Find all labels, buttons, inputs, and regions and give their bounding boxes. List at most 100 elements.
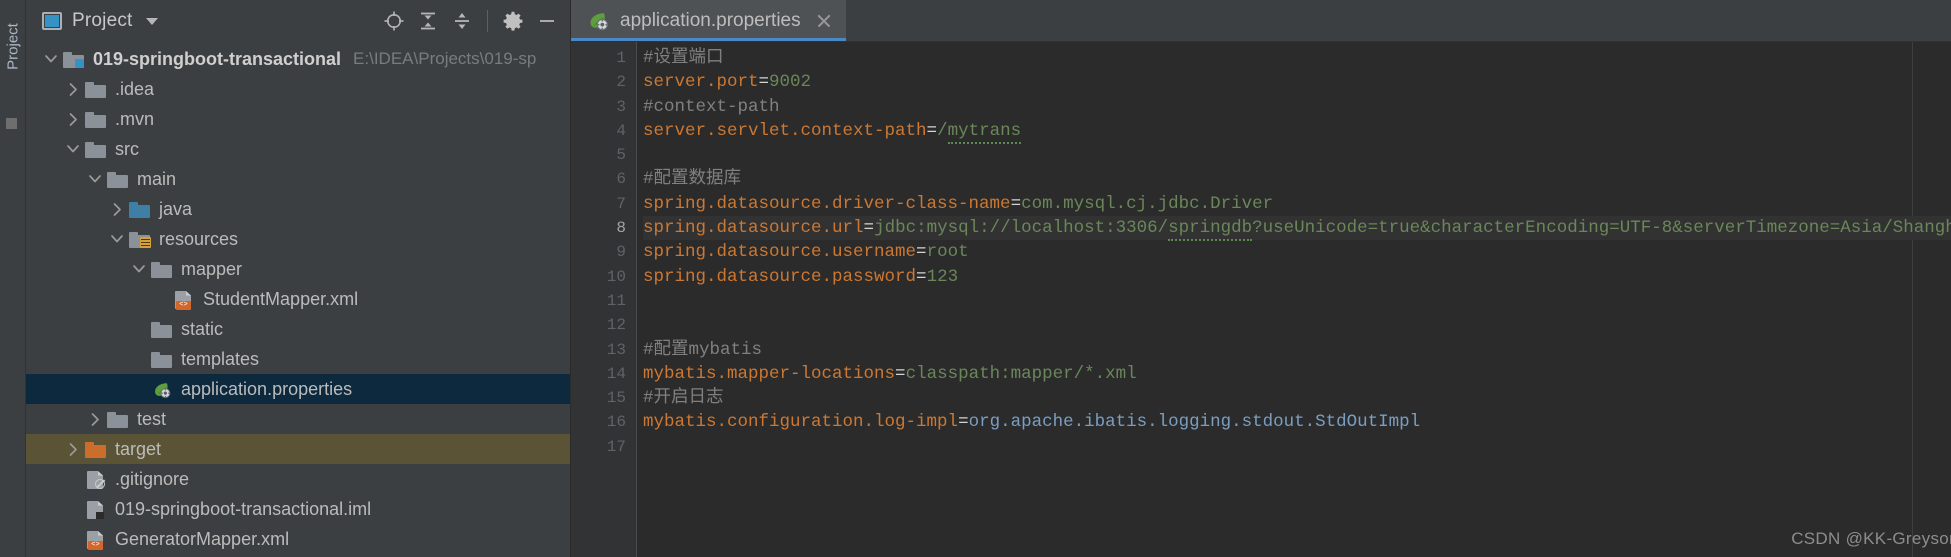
- spring-properties-icon: [587, 11, 611, 31]
- chevron-down-icon[interactable]: [145, 17, 158, 25]
- code-line[interactable]: server.servlet.context-path=/mytrans: [643, 119, 1951, 144]
- window-top-right-strip: [1751, 0, 1951, 6]
- chevron-right-icon[interactable]: [62, 112, 84, 127]
- chevron-right-icon[interactable]: [84, 412, 106, 427]
- code-line[interactable]: #context-path: [643, 95, 1951, 119]
- expand-all-icon[interactable]: [413, 6, 443, 36]
- tree-item-019-springboot-transactional-iml[interactable]: 019-springboot-transactional.iml: [26, 494, 570, 524]
- tree-item-main[interactable]: main: [26, 164, 570, 194]
- chevron-right-icon[interactable]: [62, 442, 84, 457]
- tree-item-resources[interactable]: resources: [26, 224, 570, 254]
- code-token-warning: springdb: [1168, 218, 1253, 242]
- code-line[interactable]: [643, 143, 1951, 167]
- folder-icon: [150, 348, 174, 370]
- left-tool-strip: Project: [0, 0, 26, 557]
- code-token-val: 123: [926, 266, 959, 287]
- code-token-comment: #context-path: [643, 96, 780, 117]
- code-line[interactable]: spring.datasource.driver-class-name=com.…: [643, 192, 1951, 216]
- code-token-key: mybatis.mapper-locations: [643, 363, 896, 384]
- code-token-val: jdbc:mysql://localhost:3306/: [874, 218, 1169, 239]
- code-line[interactable]: #开启日志: [643, 386, 1951, 410]
- code-content[interactable]: #设置端口 server.port=9002 #context-path server…: [637, 42, 1951, 557]
- close-icon[interactable]: [814, 11, 834, 31]
- project-tree[interactable]: 019-springboot-transactional E:\IDEA\Proj…: [26, 42, 570, 557]
- idea-window: Project Project 019-springboot-transacti…: [0, 0, 1951, 557]
- tree-item-019-springboot-transactional[interactable]: 019-springboot-transactional E:\IDEA\Proj…: [26, 44, 570, 74]
- chevron-down-icon[interactable]: [106, 232, 128, 247]
- tree-item-label: test: [137, 408, 167, 429]
- tree-item-generatormapper-xml[interactable]: <> GeneratorMapper.xml: [26, 524, 570, 554]
- file-spring-icon: [150, 378, 174, 400]
- tree-item-label: .idea: [115, 78, 155, 99]
- code-line[interactable]: #设置端口: [643, 46, 1951, 70]
- tree-item-label: 019-springboot-transactional: [93, 48, 342, 69]
- tree-item-studentmapper-xml[interactable]: <> StudentMapper.xml: [26, 284, 570, 314]
- project-window-icon: [42, 12, 62, 30]
- file-xml-icon: <>: [84, 528, 108, 550]
- code-token-comment: #设置端口: [643, 48, 724, 68]
- code-token-warning: mytrans: [947, 120, 1022, 144]
- chevron-down-icon[interactable]: [40, 52, 62, 67]
- code-token-eq: =: [958, 412, 969, 433]
- locate-in-tree-icon[interactable]: [379, 6, 409, 36]
- hide-panel-icon[interactable]: [532, 6, 562, 36]
- tree-item-target[interactable]: target: [26, 434, 570, 464]
- editor-tab-label: application.properties: [620, 10, 801, 31]
- code-line[interactable]: mybatis.mapper-locations=classpath:mappe…: [643, 362, 1951, 386]
- project-panel: Project 019-springboot-transactional E:\…: [26, 0, 571, 557]
- line-number: 13: [606, 340, 626, 359]
- tree-item-mapper[interactable]: mapper: [26, 254, 570, 284]
- tree-item-label: StudentMapper.xml: [203, 288, 359, 309]
- code-token-key: spring.datasource.url: [643, 218, 864, 239]
- folder-module-icon: [62, 48, 86, 70]
- folder-resources-icon: [128, 228, 152, 250]
- tool-window-button-project[interactable]: Project: [0, 2, 26, 92]
- code-token-val: ?useUnicode=true&characterEncoding=UTF-8…: [1252, 218, 1951, 239]
- code-line[interactable]: spring.datasource.url=jdbc:mysql://local…: [637, 216, 1951, 242]
- line-number: 6: [616, 170, 626, 189]
- code-line[interactable]: [643, 313, 1951, 337]
- tree-item-java[interactable]: java: [26, 194, 570, 224]
- code-token-val: classpath:mapper/*.xml: [905, 363, 1137, 384]
- chevron-down-icon[interactable]: [128, 262, 150, 277]
- tree-item-mvn[interactable]: .mvn: [26, 104, 570, 134]
- tree-item-gitignore[interactable]: .gitignore: [26, 464, 570, 494]
- code-line[interactable]: [643, 435, 1951, 459]
- line-number: 8: [616, 219, 626, 238]
- tree-item-templates[interactable]: templates: [26, 344, 570, 374]
- tree-item-idea[interactable]: .idea: [26, 74, 570, 104]
- chevron-right-icon[interactable]: [106, 202, 128, 217]
- file-iml-icon: [84, 498, 108, 520]
- code-line[interactable]: #配置数据库: [643, 167, 1951, 191]
- tree-item-label: src: [115, 138, 139, 159]
- tree-item-label: target: [115, 438, 162, 459]
- code-token-key: server.port: [643, 72, 759, 93]
- code-token-val: 9002: [769, 72, 812, 93]
- settings-gear-icon[interactable]: [498, 6, 528, 36]
- code-line[interactable]: #配置mybatis: [643, 338, 1951, 362]
- chevron-right-icon[interactable]: [62, 82, 84, 97]
- code-token-key: mybatis.configuration.log-impl: [643, 412, 959, 433]
- tree-item-label: main: [137, 168, 177, 189]
- tool-window-button-project-label: Project: [4, 23, 22, 70]
- code-line[interactable]: [643, 289, 1951, 313]
- code-line[interactable]: mybatis.configuration.log-impl=org.apach…: [643, 410, 1951, 434]
- tree-item-static[interactable]: static: [26, 314, 570, 344]
- tree-item-application-properties[interactable]: application.properties: [26, 374, 570, 404]
- code-editor[interactable]: 1 2 3 4 5 6 7 8 9 10 11 12 13 14 15 16 17 #设置端口 server.po…: [571, 42, 1951, 557]
- code-line[interactable]: server.port=9002: [643, 70, 1951, 94]
- code-token-key: spring.datasource.password: [643, 266, 917, 287]
- editor-tab-application-properties[interactable]: application.properties: [571, 0, 846, 42]
- line-number: 2: [616, 73, 626, 92]
- code-token-eq: =: [1010, 193, 1022, 214]
- file-xml-icon: <>: [172, 288, 196, 310]
- tree-item-src[interactable]: src: [26, 134, 570, 164]
- collapse-all-icon[interactable]: [447, 6, 477, 36]
- chevron-down-icon[interactable]: [62, 142, 84, 157]
- chevron-down-icon[interactable]: [84, 172, 106, 187]
- code-line[interactable]: spring.datasource.username=root: [643, 240, 1951, 264]
- code-token-eq: =: [863, 218, 875, 239]
- code-line[interactable]: spring.datasource.password=123: [643, 265, 1951, 289]
- project-panel-toolbar: [379, 6, 562, 36]
- tree-item-test[interactable]: test: [26, 404, 570, 434]
